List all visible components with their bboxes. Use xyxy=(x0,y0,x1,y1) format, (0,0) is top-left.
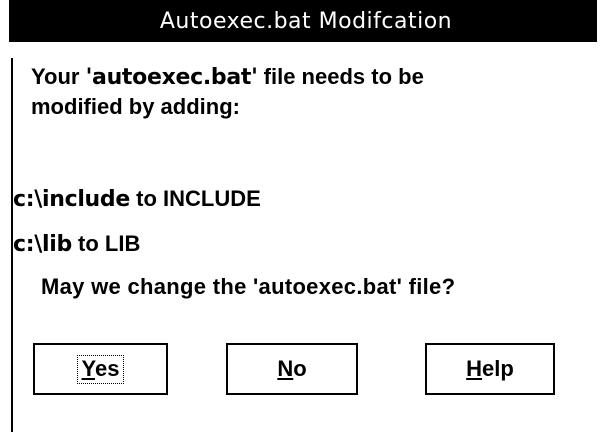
no-button-label: No xyxy=(277,357,306,381)
message-line-2: modified by adding: xyxy=(31,94,240,119)
entry-include: c:\include to INCLUDE xyxy=(13,184,261,214)
help-mnemonic: H xyxy=(466,356,483,381)
entry-lib: c:\lib to LIB xyxy=(13,229,140,259)
autoexec-modification-dialog: Autoexec.bat Modifcation Your 'autoexec.… xyxy=(0,0,603,436)
help-button[interactable]: Help xyxy=(425,343,555,395)
message-line-1: Your 'autoexec.bat' file needs to be xyxy=(31,62,424,92)
no-button[interactable]: No xyxy=(226,343,358,395)
dialog-title: Autoexec.bat Modifcation xyxy=(159,8,453,34)
help-button-label: Help xyxy=(466,357,514,381)
yes-button-label: Yes xyxy=(81,355,120,381)
help-label-rest: elp xyxy=(482,356,514,381)
yes-button-focus-ring: Yes xyxy=(76,354,125,384)
entry-include-text: to INCLUDE xyxy=(130,186,261,211)
no-mnemonic: N xyxy=(277,356,294,381)
entry-include-path: c:\include xyxy=(13,187,130,212)
message-prefix: Your xyxy=(31,64,86,89)
entry-lib-path: c:\lib xyxy=(13,232,72,257)
yes-label-rest: es xyxy=(94,355,120,381)
title-bar[interactable]: Autoexec.bat Modifcation xyxy=(9,0,597,42)
question-text: May we change the 'autoexec.bat' file? xyxy=(41,274,456,299)
message-filename: 'autoexec.bat' xyxy=(85,65,258,90)
yes-mnemonic: Y xyxy=(81,355,95,381)
message-text: Your 'autoexec.bat' file needs to be mod… xyxy=(31,62,424,121)
no-label-rest: o xyxy=(293,356,307,381)
yes-button[interactable]: Yes xyxy=(33,343,168,395)
entry-lib-text: to LIB xyxy=(71,231,141,256)
message-suffix: file needs to be xyxy=(257,64,424,89)
